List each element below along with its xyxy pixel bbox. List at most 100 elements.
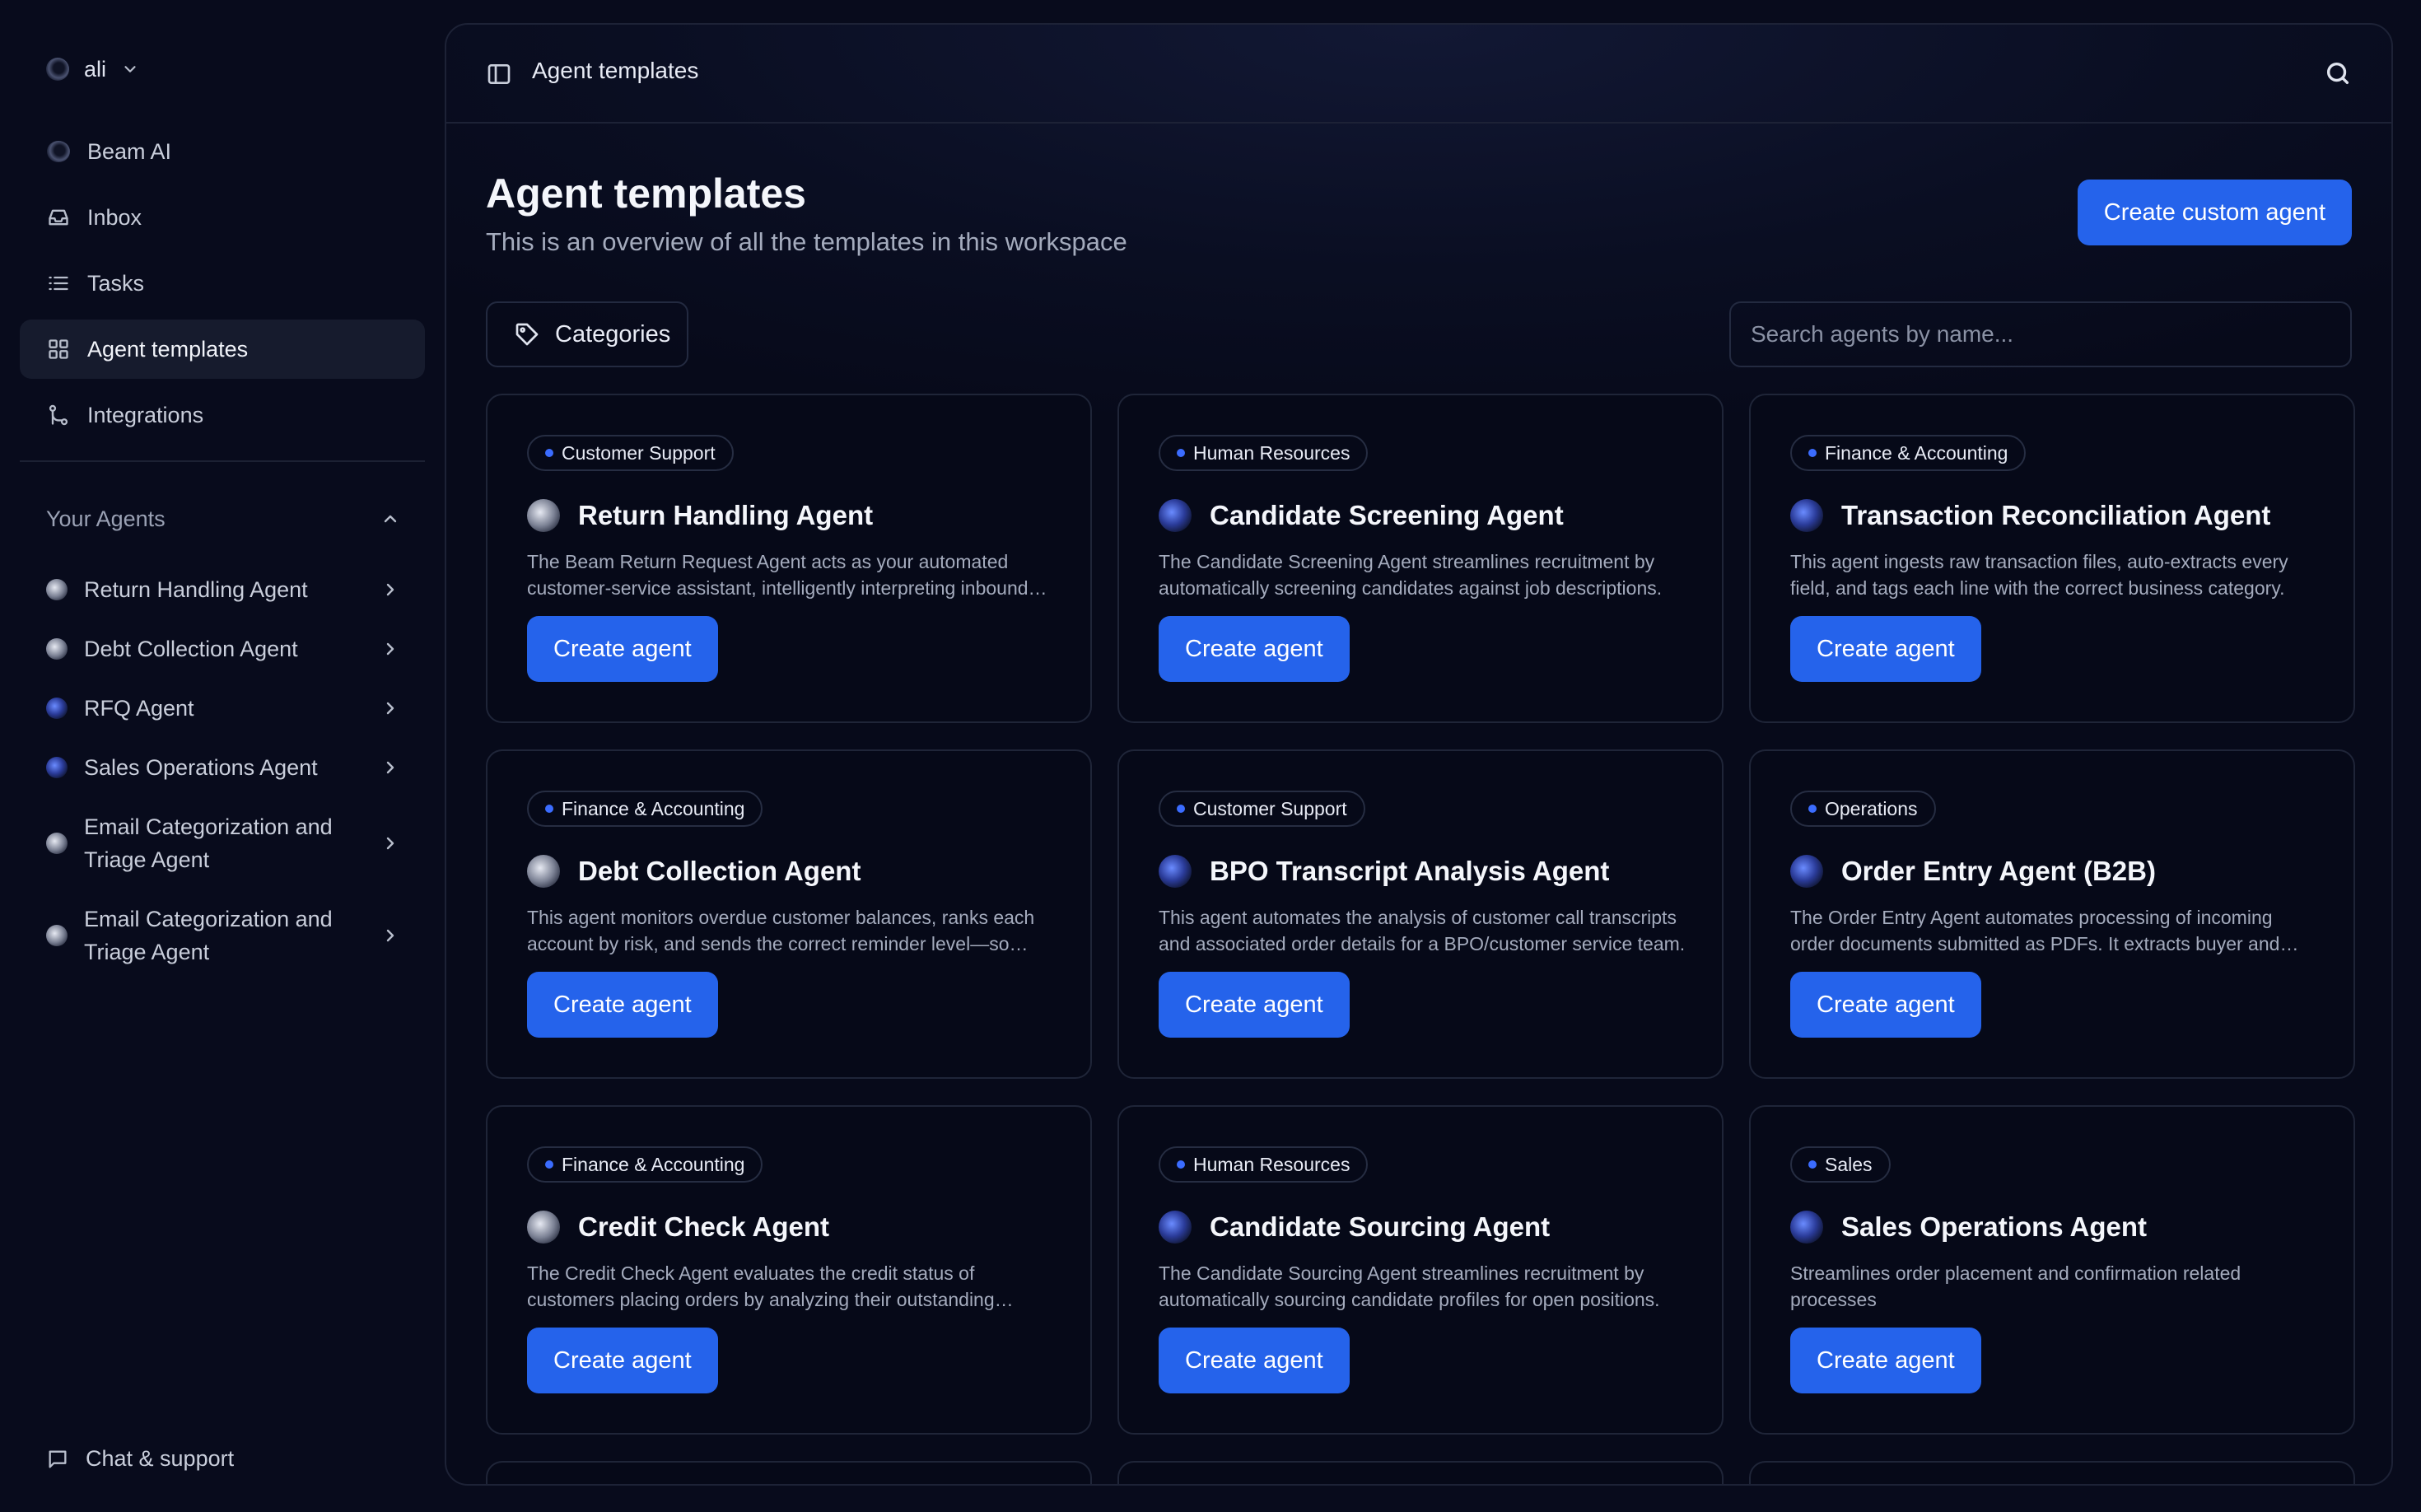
app-root: ali Beam AI Inbox Tasks Agent templates xyxy=(0,0,2421,1512)
chevron-right-icon xyxy=(386,929,394,942)
chevron-up-icon xyxy=(384,515,397,523)
card-title: Transaction Reconciliation Agent xyxy=(1790,499,2270,532)
nav-label: Beam AI xyxy=(87,138,172,164)
create-agent-button[interactable]: Create agent xyxy=(527,972,718,1038)
template-card: Finance & Accounting Transaction Reconci… xyxy=(1749,394,2355,723)
sidebar-agent-item[interactable]: Return Handling Agent xyxy=(46,560,400,619)
nav-item-integrations[interactable]: Integrations xyxy=(20,385,425,445)
page-title: Agent templates xyxy=(486,170,806,217)
grid-icon xyxy=(46,337,71,362)
sidebar-agent-item[interactable]: Email Categorization and Triage Agent xyxy=(46,797,400,889)
agent-orb-icon xyxy=(46,698,68,719)
sidebar-agent-item[interactable]: RFQ Agent xyxy=(46,679,400,738)
create-agent-button[interactable]: Create agent xyxy=(527,616,718,682)
chevron-right-icon xyxy=(386,761,394,774)
git-merge-icon xyxy=(46,403,71,427)
chat-bubble-icon xyxy=(49,1450,67,1468)
agent-orb-icon xyxy=(1790,499,1823,532)
card-title: Return Handling Agent xyxy=(527,499,873,532)
card-title-text: BPO Transcript Analysis Agent xyxy=(1210,856,1610,886)
create-agent-button[interactable]: Create agent xyxy=(1159,616,1350,682)
search-agents-input[interactable] xyxy=(1729,301,2352,367)
nav-label: Inbox xyxy=(87,204,142,230)
nav-item-beam-ai[interactable]: Beam AI xyxy=(20,122,425,181)
your-agents-toggle[interactable]: Your Agents xyxy=(46,499,400,539)
sidebar-agent-label: Return Handling Agent xyxy=(84,577,308,602)
create-agent-button[interactable]: Create agent xyxy=(527,1328,718,1393)
agent-orb-icon xyxy=(46,833,68,854)
badge-dot xyxy=(1177,805,1185,813)
category-label: Customer Support xyxy=(562,441,716,464)
badge-dot xyxy=(545,1160,553,1169)
sidebar-toggle-button[interactable] xyxy=(486,61,512,87)
card-title-text: Candidate Sourcing Agent xyxy=(1210,1211,1551,1242)
card-title-text: Candidate Screening Agent xyxy=(1210,500,1564,530)
sidebar-agent-label: RFQ Agent xyxy=(84,696,194,721)
chevron-right-icon xyxy=(386,702,394,715)
card-description: The Candidate Screening Agent streamline… xyxy=(1159,551,1663,599)
card-description: The Beam Return Request Agent acts as yo… xyxy=(527,551,1029,599)
list-icon xyxy=(46,271,71,296)
badge-dot xyxy=(1177,449,1185,457)
create-agent-button[interactable]: Create agent xyxy=(1790,616,1981,682)
category-label: Finance & Accounting xyxy=(562,1153,745,1175)
template-card: Finance & Accounting Credit Check Agent … xyxy=(486,1105,1092,1435)
page-subtitle: This is an overview of all the templates… xyxy=(486,227,1127,256)
card-title: Credit Check Agent xyxy=(527,1211,829,1244)
create-agent-button[interactable]: Create agent xyxy=(1790,972,1981,1038)
nav-item-tasks[interactable]: Tasks xyxy=(20,254,425,313)
card-title: Sales Operations Agent xyxy=(1790,1211,2147,1244)
card-description: The Order Entry Agent automates processi… xyxy=(1790,907,2280,954)
agent-orb-icon xyxy=(527,1211,560,1244)
template-card: Operations Order Entry Agent (B2B) The O… xyxy=(1749,749,2355,1079)
category-badge: Finance & Accounting xyxy=(527,1146,763,1183)
nav-item-inbox[interactable]: Inbox xyxy=(20,188,425,247)
sidebar-agent-item[interactable]: Email Categorization and Triage Agent xyxy=(46,889,400,982)
template-card: Human Resources Candidate Sourcing Agent… xyxy=(1117,1105,1724,1435)
category-badge: Customer Support xyxy=(1159,791,1365,827)
category-badge: Human Resources xyxy=(1159,1146,1369,1183)
agent-orb-icon xyxy=(1159,1211,1192,1244)
main-nav: Beam AI Inbox Tasks Agent templates Inte… xyxy=(20,122,425,451)
create-agent-button[interactable]: Create agent xyxy=(1159,1328,1350,1393)
nav-item-agent-templates[interactable]: Agent templates xyxy=(20,320,425,379)
sidebar-divider xyxy=(20,460,425,462)
sidebar-agent-item[interactable]: Debt Collection Agent xyxy=(46,619,400,679)
badge-dot xyxy=(1808,1160,1817,1169)
agent-orb-icon xyxy=(527,855,560,888)
card-description: Streamlines order placement and confirma… xyxy=(1790,1262,2241,1310)
card-description: This agent monitors overdue customer bal… xyxy=(527,907,1035,954)
card-title: Order Entry Agent (B2B) xyxy=(1790,855,2156,888)
chat-support-link[interactable]: Chat & support xyxy=(46,1446,234,1472)
global-search-button[interactable] xyxy=(2324,59,2352,87)
sidebar-agent-item[interactable]: Sales Operations Agent xyxy=(46,738,400,797)
category-label: Customer Support xyxy=(1193,797,1347,819)
category-badge: Finance & Accounting xyxy=(1790,435,2027,471)
chevron-right-icon xyxy=(386,642,394,656)
create-custom-agent-button[interactable]: Create custom agent xyxy=(2077,180,2352,245)
category-badge: Sales xyxy=(1790,1146,1891,1183)
create-agent-button[interactable]: Create agent xyxy=(1159,972,1350,1038)
card-description: This agent automates the analysis of cus… xyxy=(1159,907,1686,954)
topbar: Agent templates xyxy=(446,25,2391,124)
category-badge: Operations xyxy=(1790,791,1936,827)
category-label: Sales xyxy=(1825,1153,1873,1175)
template-card-partial xyxy=(1117,1461,1724,1484)
badge-dot xyxy=(545,805,553,813)
categories-filter-button[interactable]: Categories xyxy=(486,301,688,367)
card-title: Candidate Sourcing Agent xyxy=(1159,1211,1550,1244)
agent-orb-icon xyxy=(46,925,68,946)
create-agent-button[interactable]: Create agent xyxy=(1790,1328,1981,1393)
sidebar-agent-label: Debt Collection Agent xyxy=(84,637,298,661)
chevron-right-icon xyxy=(386,583,394,596)
workspace-switcher[interactable]: ali xyxy=(46,51,139,87)
agent-orb-icon xyxy=(46,757,68,778)
category-label: Finance & Accounting xyxy=(562,797,745,819)
agent-orb-icon xyxy=(1159,499,1192,532)
template-card: Finance & Accounting Debt Collection Age… xyxy=(486,749,1092,1079)
agent-orb-icon xyxy=(1790,855,1823,888)
workspace-name: ali xyxy=(84,56,107,82)
template-card-partial xyxy=(1749,1461,2355,1484)
nav-label: Tasks xyxy=(87,270,145,296)
card-title: BPO Transcript Analysis Agent xyxy=(1159,855,1609,888)
